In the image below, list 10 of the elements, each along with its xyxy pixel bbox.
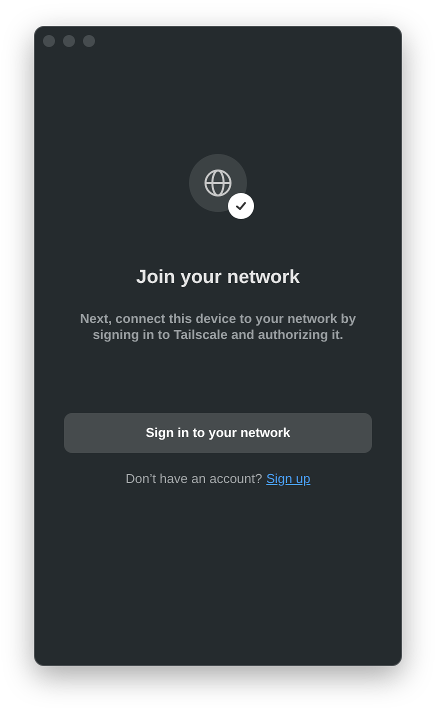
account-prompt: Don’t have an account? (126, 470, 262, 488)
window-close-button[interactable] (43, 35, 55, 47)
sign-in-button[interactable]: Sign in to your network (64, 412, 372, 452)
window-minimize-button[interactable] (63, 35, 75, 47)
sign-up-link[interactable]: Sign up (266, 468, 310, 488)
checkmark-icon (228, 193, 254, 219)
description-text: Next, connect this device to your network by signing in to Tailscale and authorizing it. (79, 310, 357, 342)
window-zoom-button[interactable] (83, 35, 95, 47)
page-title: Join your network (135, 266, 301, 290)
globe-icon (203, 168, 233, 198)
